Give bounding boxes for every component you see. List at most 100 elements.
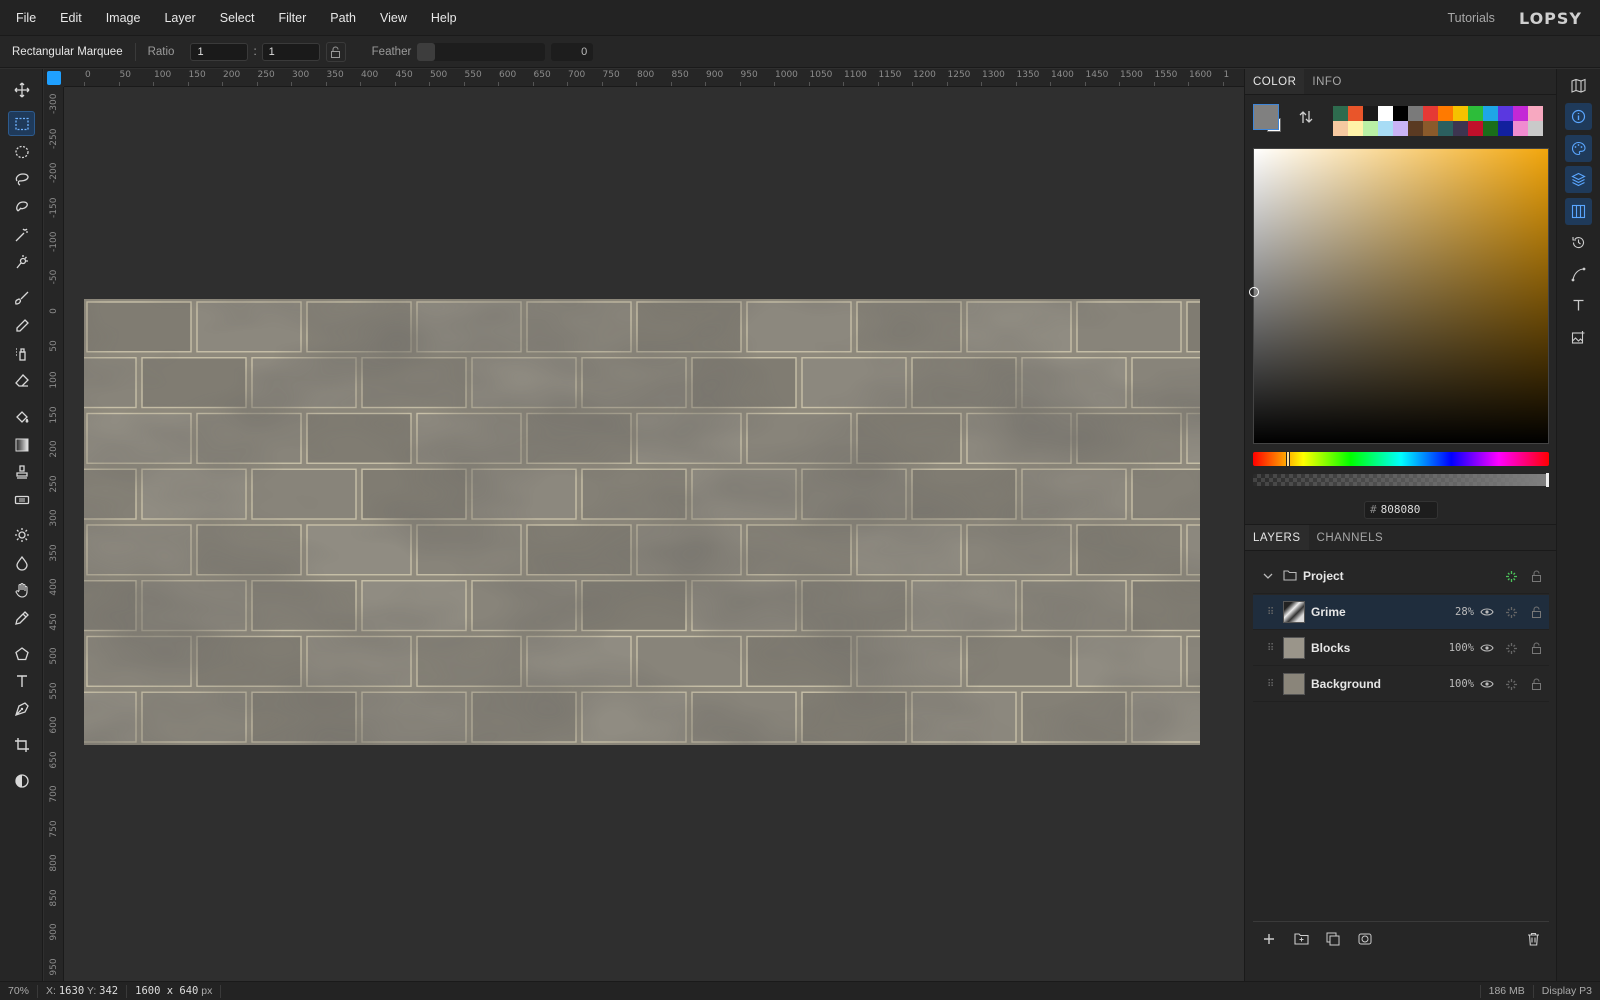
menu-filter[interactable]: Filter [266, 11, 318, 25]
lasso-tool[interactable] [8, 166, 35, 191]
pen-tool[interactable] [8, 696, 35, 721]
chevron-down-icon[interactable] [1263, 569, 1277, 583]
fx-icon[interactable] [1499, 570, 1524, 583]
eye-icon[interactable] [1474, 607, 1499, 617]
saturation-value-picker[interactable] [1249, 148, 1549, 444]
ratio-lock-button[interactable] [325, 41, 346, 62]
crop-tool[interactable] [8, 732, 35, 757]
quick-select-tool[interactable] [8, 249, 35, 274]
hex-color-input[interactable]: #808080 [1364, 501, 1438, 519]
dodge-tool[interactable] [8, 522, 35, 547]
brush-tool[interactable] [8, 285, 35, 310]
menu-file[interactable]: File [0, 11, 48, 25]
palette-swatch[interactable] [1513, 121, 1528, 136]
palette-swatch[interactable] [1483, 106, 1498, 121]
fx-icon[interactable] [1499, 642, 1524, 655]
gradient-tool[interactable] [8, 432, 35, 457]
drag-handle-icon[interactable]: ⠿ [1267, 679, 1279, 690]
palette-swatch[interactable] [1348, 121, 1363, 136]
palette-swatch[interactable] [1528, 121, 1543, 136]
palette-swatch[interactable] [1333, 106, 1348, 121]
layer-group-project[interactable]: Project [1253, 559, 1549, 594]
stamp-tool[interactable] [8, 459, 35, 484]
add-layer-button[interactable] [1253, 924, 1285, 954]
tutorials-link[interactable]: Tutorials [1447, 11, 1494, 25]
palette-swatch[interactable] [1408, 106, 1423, 121]
text-tool[interactable] [8, 668, 35, 693]
eyedropper-tool[interactable] [8, 605, 35, 630]
feather-value-input[interactable]: 0 [551, 42, 594, 61]
contrast-tool[interactable] [8, 768, 35, 793]
dock-color-button[interactable] [1565, 135, 1592, 162]
palette-swatch[interactable] [1423, 106, 1438, 121]
menu-view[interactable]: View [368, 11, 419, 25]
dock-layers-button[interactable] [1565, 166, 1592, 193]
magic-wand-tool[interactable] [8, 222, 35, 247]
document-canvas[interactable] [84, 299, 1200, 745]
ratio-width-input[interactable]: 1 [190, 42, 249, 61]
hand-tool[interactable] [8, 577, 35, 602]
layer-name[interactable]: Background [1311, 677, 1434, 691]
menu-help[interactable]: Help [419, 11, 469, 25]
palette-swatch[interactable] [1363, 106, 1378, 121]
palette-swatch[interactable] [1498, 121, 1513, 136]
tab-layers[interactable]: LAYERS [1245, 525, 1309, 550]
ratio-height-input[interactable]: 1 [261, 42, 320, 61]
palette-swatch[interactable] [1363, 121, 1378, 136]
fill-tool[interactable] [8, 404, 35, 429]
dock-character-button[interactable] [1565, 292, 1592, 319]
palette-swatch[interactable] [1468, 121, 1483, 136]
duplicate-layer-button[interactable] [1317, 924, 1349, 954]
palette-swatch[interactable] [1438, 106, 1453, 121]
layer-opacity[interactable]: 28% [1434, 606, 1474, 618]
delete-layer-button[interactable] [1517, 924, 1549, 954]
color-picker-cursor[interactable] [1249, 287, 1259, 297]
swap-colors-button[interactable] [1299, 109, 1313, 128]
menu-layer[interactable]: Layer [152, 11, 207, 25]
tab-color[interactable]: COLOR [1245, 69, 1305, 94]
add-group-button[interactable] [1285, 924, 1317, 954]
ellipse-marquee-tool[interactable] [8, 139, 35, 164]
menu-path[interactable]: Path [318, 11, 368, 25]
tab-info[interactable]: INFO [1304, 69, 1349, 94]
layer-row-blocks[interactable]: ⠿ Blocks 100% [1253, 631, 1549, 666]
eraser-tool[interactable] [8, 368, 35, 393]
hue-slider-handle[interactable] [1286, 451, 1290, 467]
dock-history-button[interactable] [1565, 229, 1592, 256]
dock-paths-button[interactable] [1565, 261, 1592, 288]
lock-icon[interactable] [1524, 642, 1549, 654]
menu-image[interactable]: Image [94, 11, 153, 25]
layer-name[interactable]: Grime [1311, 605, 1434, 619]
healing-tool[interactable] [8, 487, 35, 512]
palette-swatch[interactable] [1408, 121, 1423, 136]
menu-edit[interactable]: Edit [48, 11, 94, 25]
move-tool[interactable] [8, 77, 35, 102]
tab-channels[interactable]: CHANNELS [1309, 525, 1392, 550]
palette-swatch[interactable] [1468, 106, 1483, 121]
spray-tool[interactable] [8, 341, 35, 366]
layer-row-grime[interactable]: ⠿ Grime 28% [1253, 595, 1549, 630]
layer-opacity[interactable]: 100% [1434, 642, 1474, 654]
palette-swatch[interactable] [1393, 106, 1408, 121]
feather-slider-handle[interactable] [417, 42, 436, 61]
palette-swatch[interactable] [1348, 106, 1363, 121]
palette-swatch[interactable] [1393, 121, 1408, 136]
pencil-tool[interactable] [8, 313, 35, 338]
fx-icon[interactable] [1499, 678, 1524, 691]
drag-handle-icon[interactable]: ⠿ [1267, 643, 1279, 654]
lock-icon[interactable] [1524, 606, 1549, 618]
ruler-origin-marker[interactable] [47, 71, 61, 85]
layer-name[interactable]: Blocks [1311, 641, 1434, 655]
blur-tool[interactable] [8, 550, 35, 575]
zoom-level[interactable]: 70% [0, 984, 39, 998]
drag-handle-icon[interactable]: ⠿ [1267, 607, 1279, 618]
feather-slider[interactable] [417, 42, 546, 61]
dock-navigator-button[interactable] [1565, 72, 1592, 99]
canvas-viewport[interactable] [64, 87, 1244, 981]
menu-select[interactable]: Select [208, 11, 267, 25]
palette-swatch[interactable] [1498, 106, 1513, 121]
magnetic-lasso-tool[interactable] [8, 194, 35, 219]
eye-icon[interactable] [1474, 643, 1499, 653]
lock-icon[interactable] [1524, 570, 1549, 582]
layer-opacity[interactable]: 100% [1434, 678, 1474, 690]
